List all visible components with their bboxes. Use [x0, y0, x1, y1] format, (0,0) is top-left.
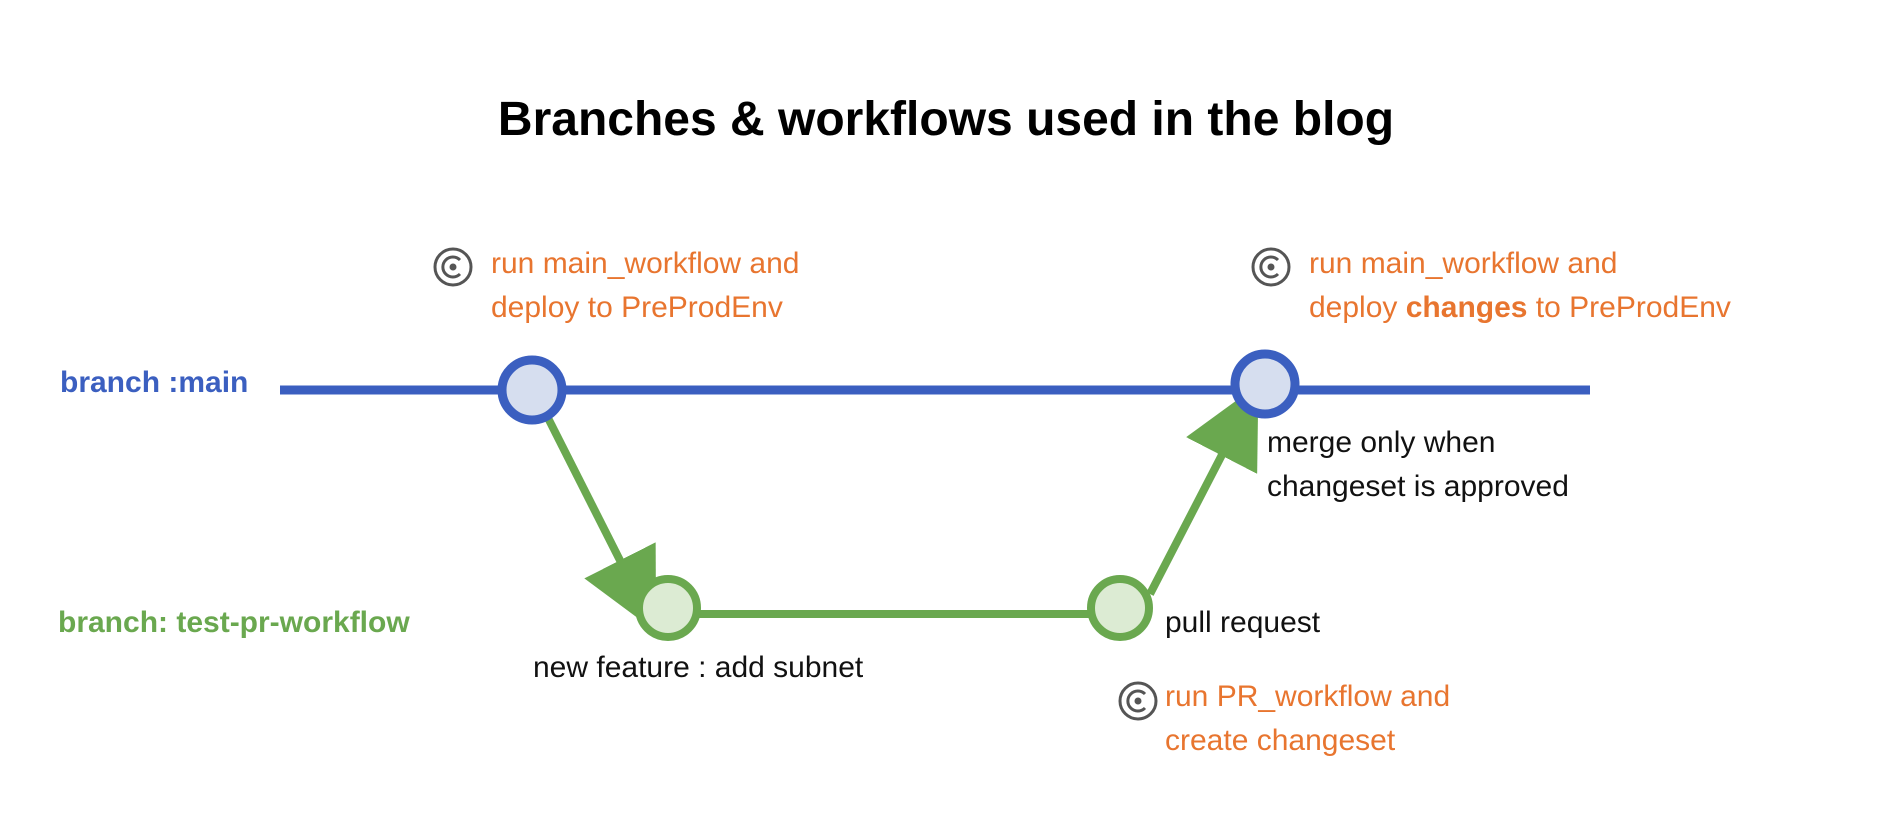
annotation-text: to PreProdEnv	[1527, 291, 1731, 324]
merge-commit-node	[1230, 349, 1300, 419]
branch-diagram	[280, 349, 1590, 641]
workflow-icon	[1251, 247, 1291, 287]
workflow-icon	[433, 247, 473, 287]
branch-test-label: branch: test-pr-workflow	[58, 606, 410, 639]
annotation-emphasis: changes	[1405, 291, 1528, 324]
pr-commit-node	[1087, 575, 1153, 641]
merge-note: merge only when changeset is approved	[1267, 421, 1569, 509]
annotation-pr-workflow: run PR_workflow and create changeset	[1165, 675, 1450, 763]
annotation-text: deploy	[1309, 291, 1406, 324]
annotation-line: create changeset	[1165, 724, 1396, 757]
pull-request-label: pull request	[1165, 606, 1321, 639]
main-commit-node	[497, 355, 567, 425]
annotation-line: run main_workflow and	[1309, 247, 1618, 280]
merge-note-line: changeset is approved	[1267, 470, 1569, 503]
annotation-second-deploy: run main_workflow and deploy changes to …	[1309, 242, 1731, 330]
new-feature-label: new feature : add subnet	[533, 651, 864, 684]
annotation-first-deploy: run main_workflow and deploy to PreProdE…	[491, 242, 799, 330]
workflow-icon	[1118, 681, 1158, 721]
annotation-line: deploy to PreProdEnv	[491, 291, 783, 324]
branch-main-label: branch :main	[60, 366, 249, 399]
merge-arrow	[1146, 384, 1259, 596]
branch-off-arrow	[544, 416, 657, 632]
feature-commit-node	[635, 575, 701, 641]
annotation-line: deploy changes to PreProdEnv	[1309, 286, 1731, 330]
merge-note-line: merge only when	[1267, 426, 1496, 459]
annotation-line: run main_workflow and	[491, 247, 800, 280]
annotation-line: run PR_workflow and	[1165, 680, 1451, 713]
